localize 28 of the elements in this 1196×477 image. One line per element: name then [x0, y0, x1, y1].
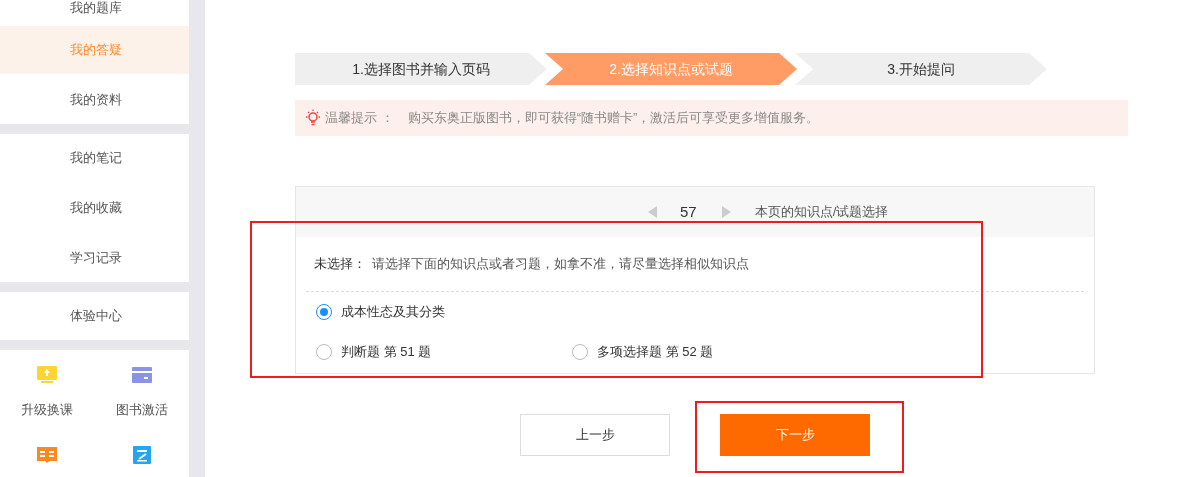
- sidebar-item[interactable]: 我的题库: [0, 0, 189, 24]
- sidebar-item[interactable]: 我的收藏: [0, 184, 189, 232]
- lightbulb-icon: [305, 109, 321, 127]
- shortcut-label[interactable]: 升级换课: [21, 400, 74, 420]
- status-text: 请选择下面的知识点或者习题，如拿不准，请尽量选择相似知识点: [372, 255, 749, 274]
- status-label: 未选择：: [314, 255, 366, 274]
- sidebar-item[interactable]: 我的资料: [0, 76, 189, 124]
- panel-title: 本页的知识点/试题选择: [754, 203, 889, 222]
- monitor-icon: [36, 365, 59, 385]
- option-label: 多项选择题 第 52 题: [597, 343, 714, 362]
- sidebar-item[interactable]: 体验中心: [0, 292, 189, 340]
- option-label: 成本性态及其分类: [341, 303, 445, 322]
- tip-title: 温馨提示 ：: [325, 109, 394, 128]
- previous-page-icon[interactable]: [648, 206, 658, 218]
- note-icon: [131, 445, 152, 465]
- tip-text: 购买东奥正版图书，即可获得“随书赠卡”，激活后可享受更多增值服务。: [407, 109, 820, 128]
- shortcut-label[interactable]: 图书激活: [115, 400, 168, 420]
- card-icon: [130, 366, 153, 384]
- radio-button[interactable]: [316, 344, 332, 360]
- previous-step-button[interactable]: 上一步: [520, 414, 670, 456]
- sidebar-item[interactable]: 学习记录: [0, 234, 189, 282]
- book-icon: [36, 446, 59, 464]
- option-label: 判断题 第 51 题: [341, 343, 432, 362]
- sidebar-item[interactable]: 我的笔记: [0, 134, 189, 182]
- radio-button[interactable]: [572, 344, 588, 360]
- next-page-icon[interactable]: [720, 206, 731, 218]
- radio-button[interactable]: [316, 304, 332, 320]
- page-number: 57: [680, 201, 697, 222]
